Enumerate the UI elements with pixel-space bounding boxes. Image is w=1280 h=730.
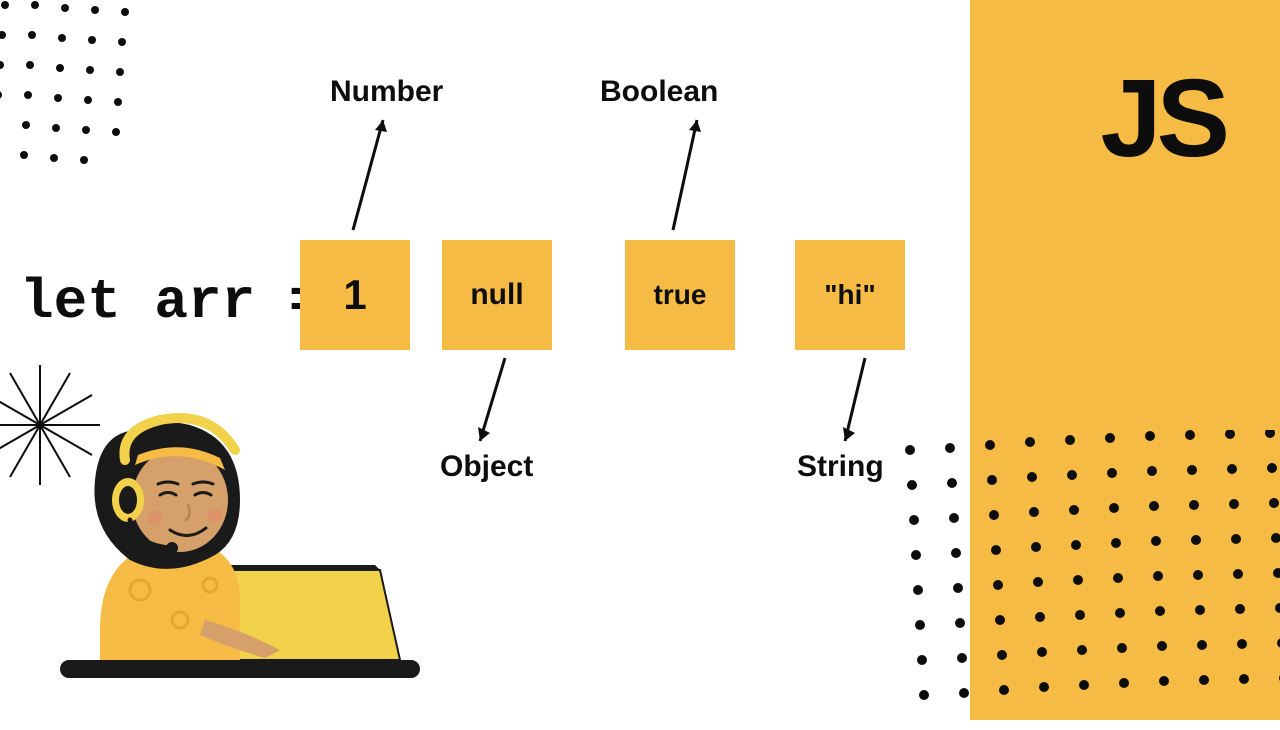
dot-pattern-top-left: [0, 0, 170, 190]
arrow-boolean: [665, 110, 715, 235]
arrow-number: [345, 110, 395, 235]
type-label-object: Object: [440, 450, 533, 484]
arrow-string: [835, 353, 885, 453]
type-label-string: String: [797, 450, 884, 484]
person-illustration: [40, 370, 420, 700]
array-item-null: null: [442, 240, 552, 350]
dot-pattern-bottom-right: [890, 430, 1280, 730]
js-logo: JS: [1100, 55, 1225, 182]
type-label-number: Number: [330, 75, 443, 109]
array-item-true: true: [625, 240, 735, 350]
array-item-1: 1: [300, 240, 410, 350]
arrow-object: [470, 353, 520, 453]
array-item-hi: "hi": [795, 240, 905, 350]
code-declaration: let arr =: [20, 270, 322, 334]
type-label-boolean: Boolean: [600, 75, 718, 109]
